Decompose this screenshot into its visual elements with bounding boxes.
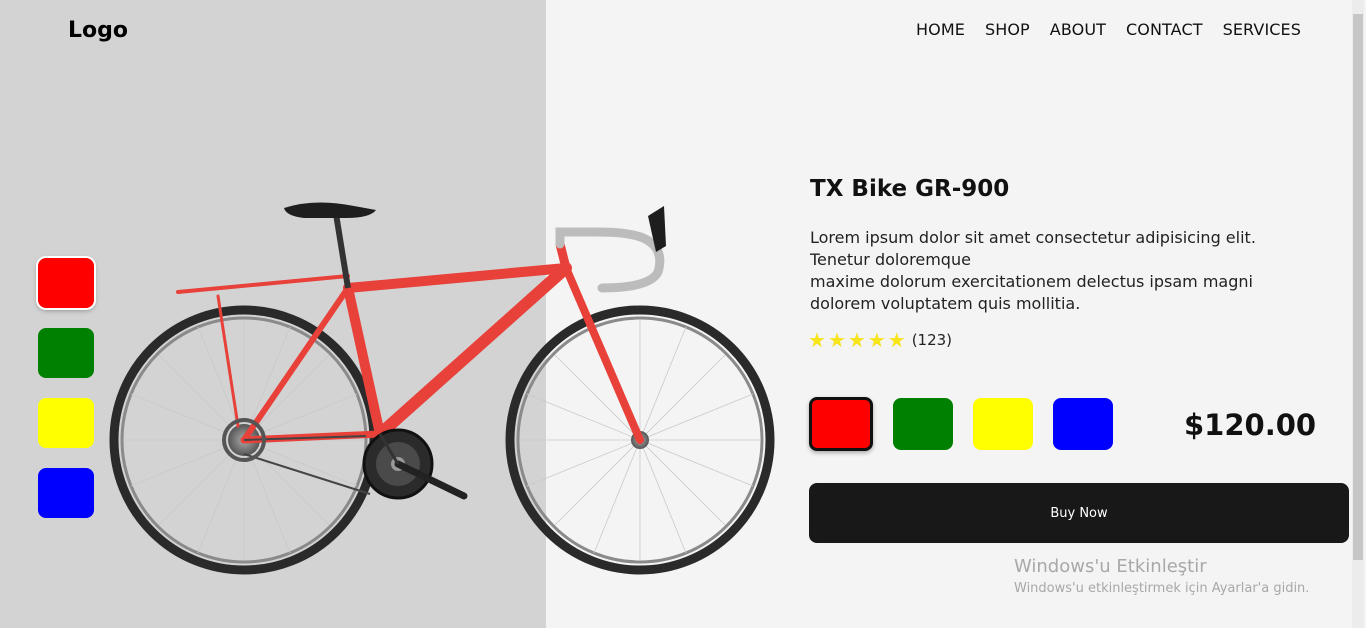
star-icon: ★ [827, 328, 846, 352]
product-title: TX Bike GR-900 [810, 176, 1010, 202]
star-icon: ★ [808, 328, 826, 352]
chain-bottom [243, 453, 371, 495]
side-color-selector [38, 258, 94, 518]
description-line-2: maxime dolorum exercitationem delectus i… [810, 272, 1253, 313]
side-swatch-blue[interactable] [38, 468, 94, 518]
product-price: $120.00 [1184, 408, 1317, 442]
color-options [809, 397, 1113, 451]
star-icon: ★ [867, 328, 886, 352]
windows-activation-watermark: Windows'u Etkinleştir Windows'u etkinleş… [1014, 556, 1309, 596]
buy-now-button[interactable]: Buy Now [809, 483, 1349, 543]
page-scrollbar[interactable] [1352, 0, 1364, 628]
saddle [284, 202, 376, 218]
review-count: (123) [911, 331, 953, 349]
rating: ★ ★ ★ ★ ★ (123) [808, 330, 952, 350]
star-icon: ★ [887, 328, 906, 352]
logo[interactable]: Logo [68, 18, 128, 43]
color-option-yellow[interactable] [973, 398, 1033, 450]
product-description: Lorem ipsum dolor sit amet consectetur a… [810, 227, 1310, 315]
nav-shop[interactable]: SHOP [985, 20, 1030, 39]
chainring [362, 428, 468, 500]
scrollbar-thumb[interactable] [1353, 14, 1363, 560]
watermark-subtitle: Windows'u etkinleştirmek için Ayarlar'a … [1014, 581, 1310, 596]
star-icon: ★ [847, 328, 866, 352]
bike-image [109, 202, 775, 575]
nav-about[interactable]: ABOUT [1050, 20, 1106, 39]
nav-home[interactable]: HOME [916, 20, 965, 39]
main-nav: HOME SHOP ABOUT CONTACT SERVICES [916, 20, 1301, 39]
side-swatch-yellow[interactable] [38, 398, 94, 448]
side-swatch-red[interactable] [38, 258, 94, 308]
description-line-1: Lorem ipsum dolor sit amet consectetur a… [810, 228, 1256, 269]
nav-services[interactable]: SERVICES [1223, 20, 1301, 39]
watermark-title: Windows'u Etkinleştir [1014, 556, 1207, 577]
nav-contact[interactable]: CONTACT [1126, 20, 1203, 39]
side-swatch-green[interactable] [38, 328, 94, 378]
color-option-red[interactable] [809, 397, 873, 451]
bike-frame [176, 239, 644, 444]
color-option-green[interactable] [893, 398, 953, 450]
color-option-blue[interactable] [1053, 398, 1113, 450]
